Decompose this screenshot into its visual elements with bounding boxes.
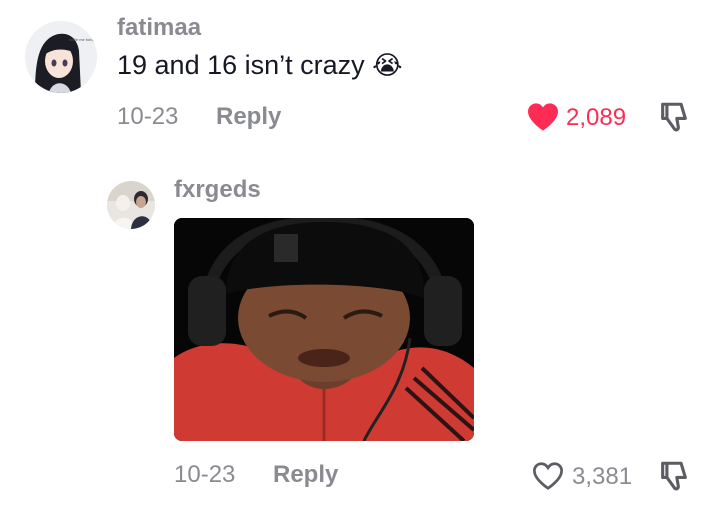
avatar-caption: ceille me fuing: [69, 37, 95, 42]
anime-avatar-image: [25, 21, 97, 93]
like-count: 3,381: [572, 463, 633, 490]
heart-filled-icon[interactable]: [526, 102, 560, 132]
avatar[interactable]: [107, 181, 155, 229]
like-count: 2,089: [566, 104, 627, 131]
photo-avatar-image: [107, 181, 155, 229]
avatar[interactable]: ceille me fuing: [25, 21, 97, 93]
loudly-crying-emoji: 😭: [372, 50, 403, 80]
thumbs-down-icon[interactable]: [657, 459, 691, 493]
comment-body: 19 and 16 isn’t crazy: [117, 50, 365, 80]
thumbs-down-icon[interactable]: [657, 100, 691, 134]
comment-date: 10-23: [174, 461, 236, 488]
reply-button[interactable]: Reply: [216, 103, 281, 131]
comment-username[interactable]: fatimaa: [117, 14, 201, 42]
heart-outline-icon[interactable]: [531, 461, 565, 491]
comment-date: 10-23: [117, 103, 179, 130]
comment-username[interactable]: fxrgeds: [174, 176, 261, 204]
comment-text: 19 and 16 isn’t crazy 😭: [117, 50, 403, 81]
reply-button[interactable]: Reply: [273, 461, 338, 489]
comment-image[interactable]: [174, 218, 474, 441]
